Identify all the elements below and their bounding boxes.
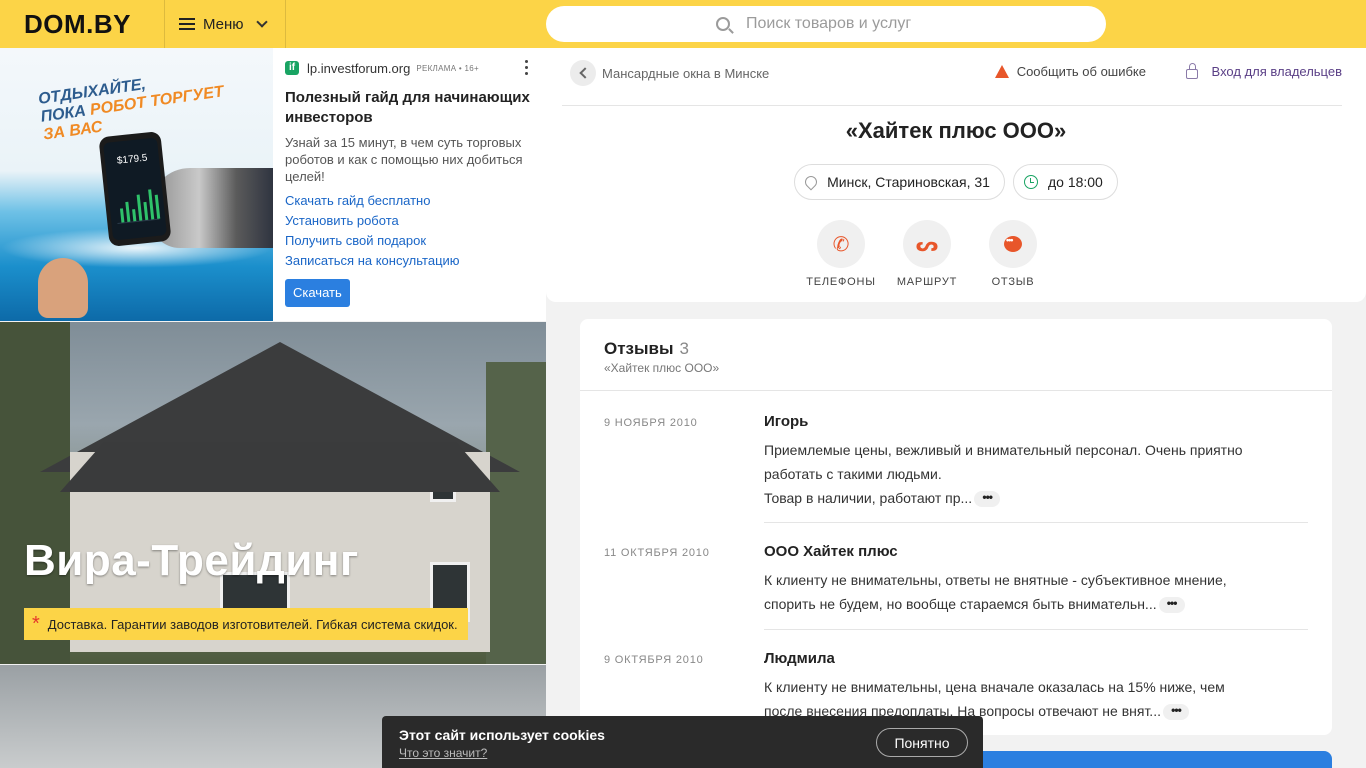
phone-chart [113, 179, 161, 225]
owner-login-link[interactable]: Вход для владельцев [1185, 62, 1342, 79]
menu-label: Меню [203, 15, 244, 33]
route-label: МАРШРУТ [896, 276, 958, 288]
ad-title[interactable]: Полезный гайд для начинающих инвесторов [285, 88, 535, 128]
review-text: Приемлемые цены, вежливый и внимательный… [764, 442, 1243, 508]
ad-image-slogan: ОТДЫХАЙТЕ, ПОКА РОБОТ ТОРГУЕТ ЗА ВАС [37, 76, 225, 144]
review-divider [764, 629, 1308, 630]
review-label: ОТЗЫВ [991, 276, 1035, 288]
cookie-accept-button[interactable]: Понятно [876, 728, 968, 757]
review-text: К клиенту не внимательны, ответы не внят… [764, 572, 1227, 614]
site-header: DOM.BY Меню [0, 0, 1366, 48]
ad-source[interactable]: if lp.investforum.org РЕКЛАМА • 16+ [285, 58, 535, 78]
back-arrow-icon[interactable] [570, 60, 596, 86]
ad-link-download-guide[interactable]: Скачать гайд бесплатно [285, 191, 535, 211]
breadcrumb[interactable]: Мансардные окна в Минске [602, 66, 769, 81]
ad-link-gift[interactable]: Получить свой подарок [285, 231, 535, 251]
search-box[interactable] [546, 6, 1106, 42]
ad-block: ОТДЫХАЙТЕ, ПОКА РОБОТ ТОРГУЕТ ЗА ВАС $17… [0, 48, 546, 321]
warning-icon [994, 65, 1009, 78]
location-pin-icon [802, 173, 820, 191]
reviews-count: 3 [679, 339, 689, 358]
review-author: Игорь [764, 413, 809, 430]
more-options-icon[interactable] [525, 60, 529, 78]
phone-price: $179.5 [116, 152, 148, 167]
reviews-title: Отзывы 3 [604, 339, 689, 358]
review-author: Людмила [764, 650, 835, 667]
site-logo[interactable]: DOM.BY [24, 9, 131, 40]
phones-label: ТЕЛЕФОНЫ [806, 276, 876, 288]
company-tagline: * Доставка. Гарантии заводов изготовител… [24, 608, 468, 640]
reviews-section: Отзывы 3 «Хайтек плюс ООО» 9 НОЯБРЯ 2010 … [580, 319, 1332, 735]
advertiser-logo-icon: if [285, 61, 299, 75]
review-date: 9 ОКТЯБРЯ 2010 [604, 654, 704, 666]
ad-links: Скачать гайд бесплатно Установить робота… [285, 191, 535, 271]
smartphone-image: $179.5 [98, 131, 172, 247]
owner-login-label: Вход для владельцев [1211, 64, 1342, 79]
hours-chip[interactable]: до 18:00 [1012, 164, 1118, 200]
ad-download-button[interactable]: Скачать [285, 279, 350, 307]
hours-text: до 18:00 [1047, 174, 1103, 190]
swimmer-image [38, 258, 88, 318]
cookie-banner: Этот сайт использует cookies Что это зна… [382, 716, 983, 768]
cookie-info-link[interactable]: Что это значит? [399, 746, 487, 760]
search-icon [716, 17, 730, 31]
house-lower-roof [60, 442, 500, 492]
company-tagline-text: Доставка. Гарантии заводов изготовителей… [47, 616, 458, 632]
report-error-label: Сообщить об ошибке [1016, 64, 1146, 79]
company-card: Мансардные окна в Минске Сообщить об оши… [546, 48, 1366, 302]
expand-review-button[interactable]: ••• [1158, 597, 1185, 614]
ad-link-consultation[interactable]: Записаться на консультацию [285, 251, 535, 271]
info-chips: Минск, Стариновская, 31 до 18:00 [546, 164, 1366, 200]
search-input[interactable] [746, 15, 936, 33]
address-chip[interactable]: Минск, Стариновская, 31 [794, 164, 1005, 200]
review-divider [764, 522, 1308, 523]
asterisk-icon: * [32, 613, 40, 635]
expand-review-button[interactable]: ••• [1162, 704, 1189, 721]
phone-icon: ✆ [817, 220, 865, 268]
menu-button[interactable]: Меню [164, 0, 286, 48]
route-button[interactable]: ᔕ МАРШРУТ [897, 220, 956, 288]
company-photo: Вира-Трейдинг * Доставка. Гарантии завод… [0, 322, 546, 664]
route-icon: ᔕ [903, 220, 951, 268]
chevron-down-icon [255, 16, 268, 28]
review-button[interactable]: ОТЗЫВ [988, 220, 1038, 288]
ad-image[interactable]: ОТДЫХАЙТЕ, ПОКА РОБОТ ТОРГУЕТ ЗА ВАС $17… [0, 48, 273, 321]
phones-button[interactable]: ✆ ТЕЛЕФОНЫ [806, 220, 875, 288]
company-banner-name: Вира-Трейдинг [24, 536, 359, 585]
cookie-title: Этот сайт использует cookies [399, 727, 605, 743]
ad-label: РЕКЛАМА • 16+ [416, 63, 479, 73]
expand-review-button[interactable]: ••• [974, 491, 1001, 508]
reviews-header: Отзывы 3 «Хайтек плюс ООО» [580, 319, 1332, 391]
ad-description: Узнай за 15 минут, в чем суть торговых р… [285, 135, 523, 184]
ad-link-install-robot[interactable]: Установить робота [285, 211, 535, 231]
ad-source-domain: lp.investforum.org [307, 60, 411, 76]
clock-icon [1023, 175, 1038, 189]
report-error-link[interactable]: Сообщить об ошибке [994, 64, 1146, 79]
page-title: «Хайтек плюс ООО» [845, 118, 1067, 143]
chat-icon [1004, 235, 1022, 252]
action-buttons: ✆ ТЕЛЕФОНЫ ᔕ МАРШРУТ ОТЗЫВ [806, 220, 1038, 288]
review-date: 9 НОЯБРЯ 2010 [604, 417, 698, 429]
review-author: ООО Хайтек плюс [764, 543, 898, 560]
review-date: 11 ОКТЯБРЯ 2010 [604, 547, 710, 559]
lock-icon [1185, 62, 1198, 79]
reviews-subtitle: «Хайтек плюс ООО» [604, 361, 720, 375]
address-text: Минск, Стариновская, 31 [827, 174, 990, 190]
breadcrumb-bar: Мансардные окна в Минске Сообщить об оши… [562, 58, 1342, 106]
hamburger-icon [179, 18, 195, 30]
ad-text: if lp.investforum.org РЕКЛАМА • 16+ Поле… [285, 58, 535, 307]
